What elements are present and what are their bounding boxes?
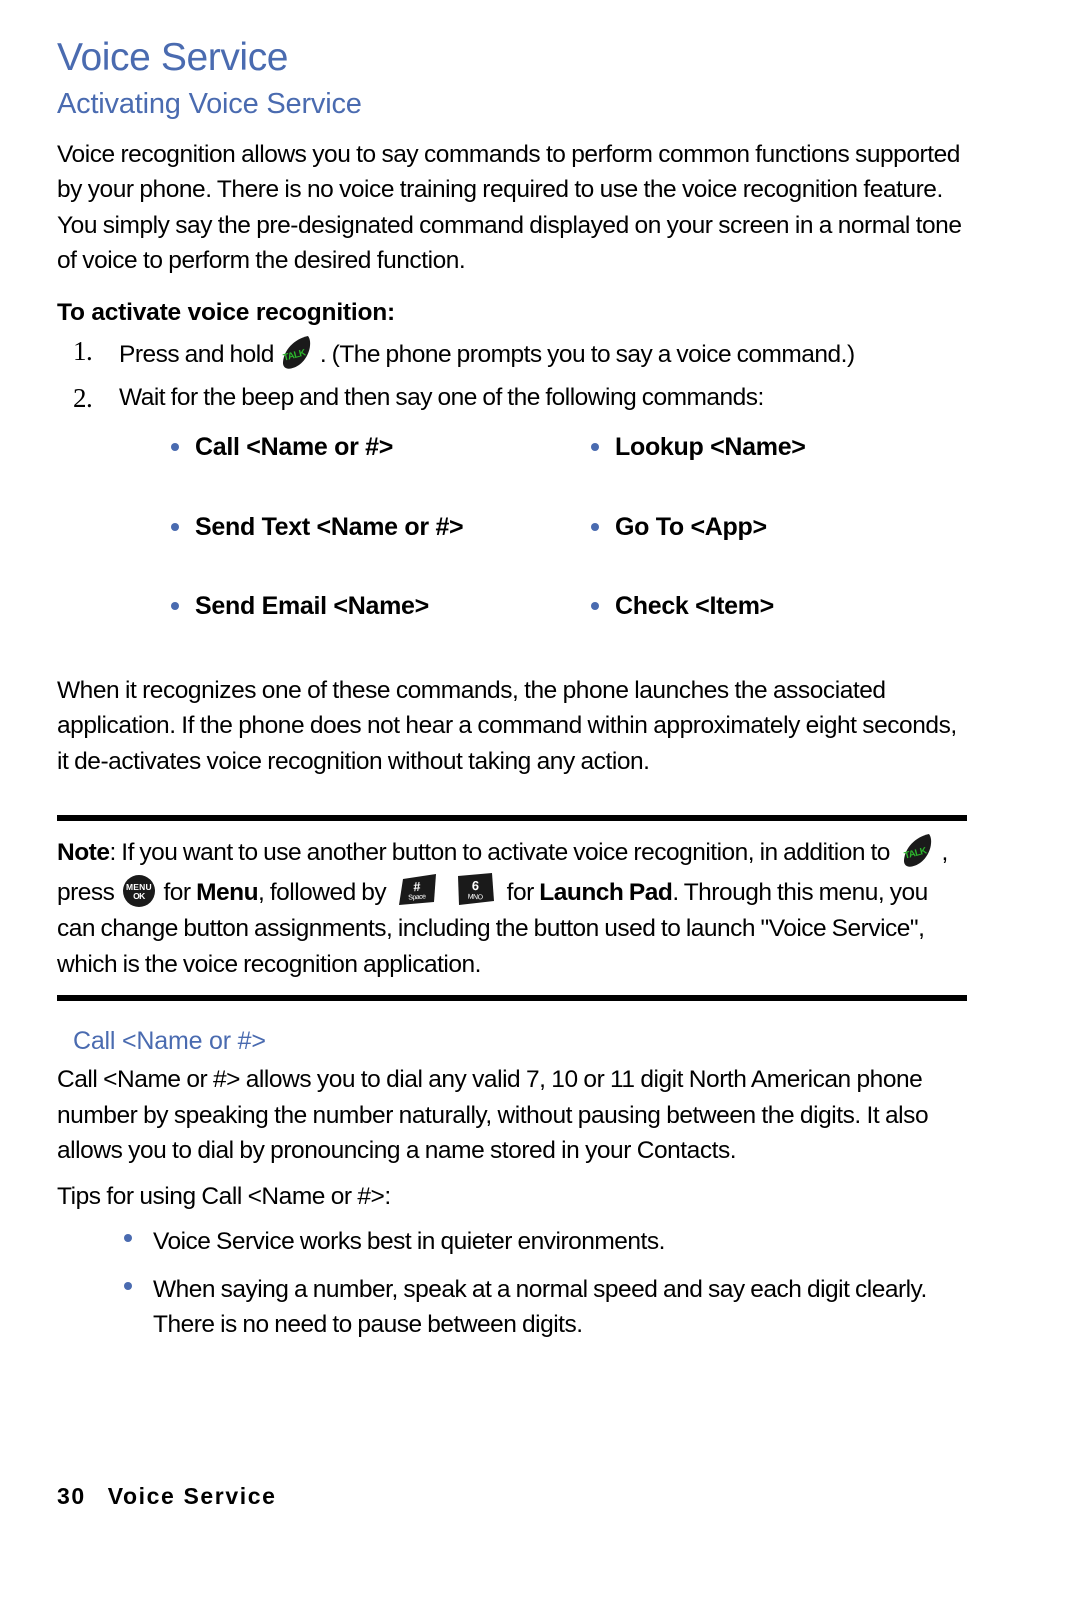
svg-text:Space: Space — [408, 893, 426, 901]
command-item: Check <Item> — [587, 593, 967, 621]
command-item: Send Text <Name or #> — [167, 513, 587, 542]
menu-key-line2: OK — [133, 890, 145, 901]
tip-item: When saying a number, speak at a normal … — [119, 1272, 967, 1343]
menu-ok-key-icon: MENU OK — [122, 874, 155, 907]
call-section-paragraph: Call <Name or #> allows you to dial any … — [57, 1066, 929, 1165]
note-text-1: : If you want to use another button to a… — [109, 839, 890, 867]
command-item: Call <Name or #> — [167, 434, 587, 462]
svg-text:MNO: MNO — [468, 893, 484, 901]
note-bold-menu: Menu — [196, 878, 259, 906]
page-title: Voice Service — [57, 36, 289, 79]
step-number: 2. — [73, 382, 93, 413]
footer-page-number: 30 — [57, 1483, 86, 1509]
note-bold-launchpad: Launch Pad — [539, 878, 673, 906]
commands-grid: Call <Name or #> Lookup <Name> Send Text… — [57, 434, 967, 621]
note-text-3: for — [163, 878, 191, 906]
note-label: Note — [57, 839, 110, 867]
command-item: Lookup <Name> — [587, 434, 967, 462]
page-content: Voice Service Activating Voice Service V… — [57, 36, 967, 1355]
tips-list: Voice Service works best in quieter envi… — [57, 1224, 967, 1343]
hash-space-key-icon: # Space — [396, 872, 440, 908]
svg-text:6: 6 — [472, 878, 480, 893]
note-text-4: , followed by — [258, 878, 387, 906]
tips-intro: Tips for using Call <Name or #>: — [57, 1182, 391, 1210]
page-footer: 30 Voice Service — [57, 1483, 277, 1510]
step-item-1: 1. Press and hold TALK. (The phone prompts… — [57, 333, 967, 374]
talk-key-icon: TALK — [278, 333, 316, 371]
note-block: Note: If you want to use another button … — [57, 815, 967, 1002]
six-mno-key-icon: 6 MNO — [453, 872, 497, 908]
talk-key-icon: TALK — [899, 831, 937, 869]
note-text-5: for — [506, 878, 535, 906]
command-item: Send Email <Name> — [167, 593, 587, 621]
step-number: 1. — [73, 335, 93, 366]
recognition-paragraph: When it recognizes one of these commands… — [57, 676, 957, 775]
section-heading: Activating Voice Service — [57, 87, 362, 120]
intro-paragraph: Voice recognition allows you to say comm… — [57, 140, 962, 275]
footer-chapter: Voice Service — [107, 1483, 277, 1509]
steps-list: 1. Press and hold TALK. (The phone prompts… — [57, 333, 967, 417]
note-paragraph: Note: If you want to use another button … — [57, 831, 967, 983]
step-text-after: . (The phone prompts you to say a voice … — [319, 340, 855, 368]
step-text: Wait for the beep and then say one of th… — [119, 383, 764, 411]
menu-key-line1: MENU — [126, 881, 152, 892]
command-item: Go To <App> — [587, 513, 967, 542]
step-item-2: 2. Wait for the beep and then say one of … — [57, 380, 967, 417]
step-text-before: Press and hold — [119, 340, 274, 368]
tip-item: Voice Service works best in quieter envi… — [119, 1224, 967, 1260]
document-page: Voice Service Activating Voice Service V… — [0, 0, 1080, 1622]
call-section-heading: Call <Name or #> — [73, 1027, 266, 1056]
procedure-heading: To activate voice recognition: — [57, 298, 395, 326]
